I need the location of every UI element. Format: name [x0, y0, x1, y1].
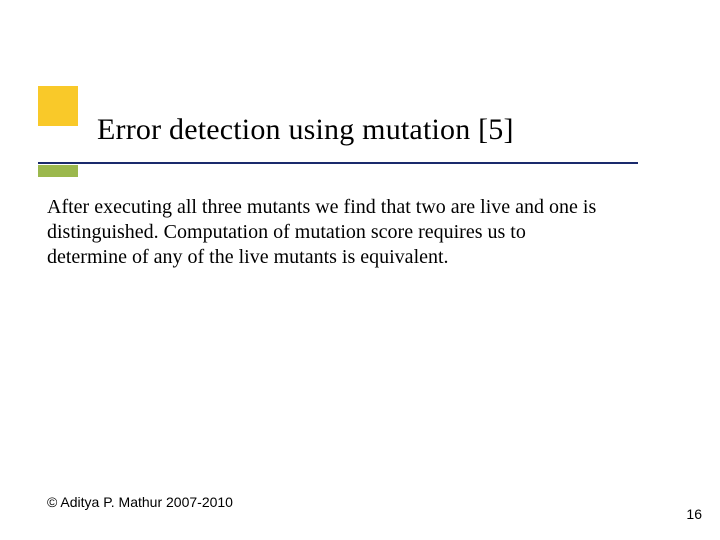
footer-copyright: © Aditya P. Mathur 2007-2010 — [47, 494, 233, 510]
accent-yellow-square — [38, 86, 78, 126]
title-underline — [38, 162, 638, 164]
slide-body-text: After executing all three mutants we fin… — [47, 195, 607, 270]
accent-green-bar — [38, 165, 78, 177]
page-number: 16 — [686, 506, 702, 522]
slide-title: Error detection using mutation [5] — [97, 113, 514, 147]
